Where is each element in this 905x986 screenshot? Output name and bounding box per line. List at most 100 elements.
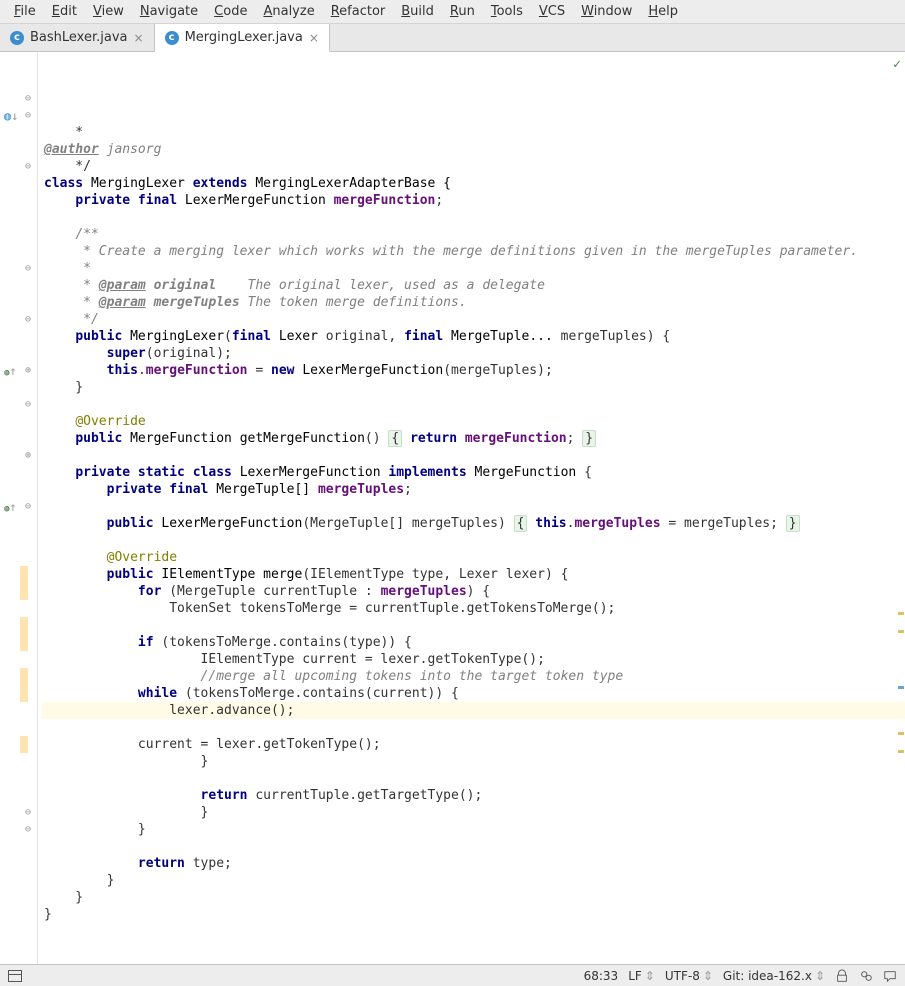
file-encoding[interactable]: UTF-8⇕: [665, 969, 713, 983]
fold-toggle[interactable]: ⊖: [0, 311, 35, 328]
java-class-icon: c: [10, 31, 24, 45]
code-line[interactable]: [42, 617, 905, 634]
notifications-icon[interactable]: [859, 969, 873, 983]
code-line[interactable]: [42, 209, 905, 226]
menu-analyze[interactable]: Analyze: [255, 2, 322, 21]
code-line[interactable]: }: [42, 821, 905, 838]
class-gutter-icon[interactable]: ◍↓⊖: [0, 107, 35, 124]
line-separator[interactable]: LF⇕: [628, 969, 655, 983]
close-icon[interactable]: ×: [309, 31, 319, 45]
code-line[interactable]: class MergingLexer extends MergingLexerA…: [42, 175, 905, 192]
menu-build[interactable]: Build: [393, 2, 442, 21]
tab-merginglexer-java[interactable]: c MergingLexer.java ×: [155, 24, 330, 52]
fold-toggle[interactable]: ⊕: [0, 447, 35, 464]
code-line[interactable]: [42, 396, 905, 413]
menu-help[interactable]: Help: [640, 2, 686, 21]
menu-window[interactable]: Window: [573, 2, 640, 21]
code-line[interactable]: }: [42, 379, 905, 396]
vcs-change-marker[interactable]: [20, 583, 28, 600]
status-bar: 68:33 LF⇕ UTF-8⇕ Git: idea-162.x⇕: [0, 964, 905, 986]
menu-vcs[interactable]: VCS: [531, 2, 573, 21]
chat-icon[interactable]: [883, 969, 897, 983]
code-line[interactable]: @author jansorg: [42, 141, 905, 158]
code-line[interactable]: private static class LexerMergeFunction …: [42, 464, 905, 481]
override-gutter-icon[interactable]: ◍↑⊕: [0, 362, 35, 379]
tab-label: BashLexer.java: [30, 30, 128, 45]
code-line[interactable]: IElementType current = lexer.getTokenTyp…: [42, 651, 905, 668]
code-line[interactable]: [42, 498, 905, 515]
code-line[interactable]: public LexerMergeFunction(MergeTuple[] m…: [42, 515, 905, 532]
menu-refactor[interactable]: Refactor: [323, 2, 394, 21]
menubar: FileEditViewNavigateCodeAnalyzeRefactorB…: [0, 0, 905, 24]
code-line[interactable]: [42, 719, 905, 736]
menu-tools[interactable]: Tools: [483, 2, 531, 21]
code-line[interactable]: *: [42, 124, 905, 141]
fold-toggle[interactable]: ⊖: [0, 260, 35, 277]
vcs-change-marker[interactable]: [20, 617, 28, 634]
vcs-change-marker[interactable]: [20, 634, 28, 651]
code-line[interactable]: */: [42, 158, 905, 175]
caret-position[interactable]: 68:33: [584, 969, 619, 983]
code-line[interactable]: [42, 770, 905, 787]
code-line[interactable]: //merge all upcoming tokens into the tar…: [42, 668, 905, 685]
code-line[interactable]: public IElementType merge(IElementType t…: [42, 566, 905, 583]
code-line[interactable]: }: [42, 906, 905, 923]
code-line[interactable]: * @param mergeTuples The token merge def…: [42, 294, 905, 311]
code-line[interactable]: */: [42, 311, 905, 328]
code-line[interactable]: * Create a merging lexer which works wit…: [42, 243, 905, 260]
error-stripe[interactable]: [895, 52, 905, 964]
code-line[interactable]: public MergingLexer(final Lexer original…: [42, 328, 905, 345]
code-line[interactable]: @Override: [42, 413, 905, 430]
code-line[interactable]: current = lexer.getTokenType();: [42, 736, 905, 753]
vcs-change-marker[interactable]: [20, 685, 28, 702]
fold-toggle[interactable]: ⊖: [0, 821, 35, 838]
close-icon[interactable]: ×: [134, 31, 144, 45]
git-branch[interactable]: Git: idea-162.x⇕: [723, 969, 825, 983]
menu-view[interactable]: View: [85, 2, 132, 21]
gutter[interactable]: ⊖◍↓⊖⊖⊖⊖◍↑⊕⊖⊕◍↑⊖⊖⊖: [0, 52, 38, 964]
override-gutter-icon[interactable]: ◍↑⊖: [0, 498, 35, 515]
code-line[interactable]: while (tokensToMerge.contains(current)) …: [42, 685, 905, 702]
code-line[interactable]: [42, 532, 905, 549]
fold-toggle[interactable]: ⊖: [0, 158, 35, 175]
code-line[interactable]: [42, 838, 905, 855]
code-line[interactable]: if (tokensToMerge.contains(type)) {: [42, 634, 905, 651]
code-line[interactable]: return currentTuple.getTargetType();: [42, 787, 905, 804]
code-line[interactable]: @Override: [42, 549, 905, 566]
tab-bashlexer-java[interactable]: c BashLexer.java ×: [0, 24, 155, 51]
menu-file[interactable]: File: [6, 2, 44, 21]
code-line[interactable]: }: [42, 804, 905, 821]
menu-code[interactable]: Code: [206, 2, 255, 21]
fold-toggle[interactable]: ⊖: [0, 804, 35, 821]
lock-icon[interactable]: [835, 969, 849, 983]
vcs-change-marker[interactable]: [20, 736, 28, 753]
code-line[interactable]: private final LexerMergeFunction mergeFu…: [42, 192, 905, 209]
code-line[interactable]: * @param original The original lexer, us…: [42, 277, 905, 294]
fold-toggle[interactable]: ⊖: [0, 90, 35, 107]
code-line[interactable]: private final MergeTuple[] mergeTuples;: [42, 481, 905, 498]
code-line[interactable]: }: [42, 753, 905, 770]
editor-area: ⊖◍↓⊖⊖⊖⊖◍↑⊕⊖⊕◍↑⊖⊖⊖ ✓ *@author jansorg */c…: [0, 52, 905, 964]
code-line[interactable]: [42, 447, 905, 464]
code-line[interactable]: super(original);: [42, 345, 905, 362]
tool-windows-icon[interactable]: [8, 970, 22, 982]
code-line[interactable]: TokenSet tokensToMerge = currentTuple.ge…: [42, 600, 905, 617]
menu-edit[interactable]: Edit: [44, 2, 85, 21]
code-line[interactable]: for (MergeTuple currentTuple : mergeTupl…: [42, 583, 905, 600]
code-line[interactable]: *: [42, 260, 905, 277]
java-class-icon: c: [165, 31, 179, 45]
code-line[interactable]: this.mergeFunction = new LexerMergeFunct…: [42, 362, 905, 379]
code-editor[interactable]: ✓ *@author jansorg */class MergingLexer …: [38, 52, 905, 964]
menu-run[interactable]: Run: [442, 2, 483, 21]
code-line[interactable]: public MergeFunction getMergeFunction() …: [42, 430, 905, 447]
vcs-change-marker[interactable]: [20, 566, 28, 583]
code-line[interactable]: /**: [42, 226, 905, 243]
code-line[interactable]: }: [42, 889, 905, 906]
code-line[interactable]: lexer.advance();: [42, 702, 905, 719]
tab-label: MergingLexer.java: [185, 30, 303, 45]
code-line[interactable]: }: [42, 872, 905, 889]
vcs-change-marker[interactable]: [20, 668, 28, 685]
fold-toggle[interactable]: ⊖: [0, 396, 35, 413]
code-line[interactable]: return type;: [42, 855, 905, 872]
menu-navigate[interactable]: Navigate: [132, 2, 206, 21]
